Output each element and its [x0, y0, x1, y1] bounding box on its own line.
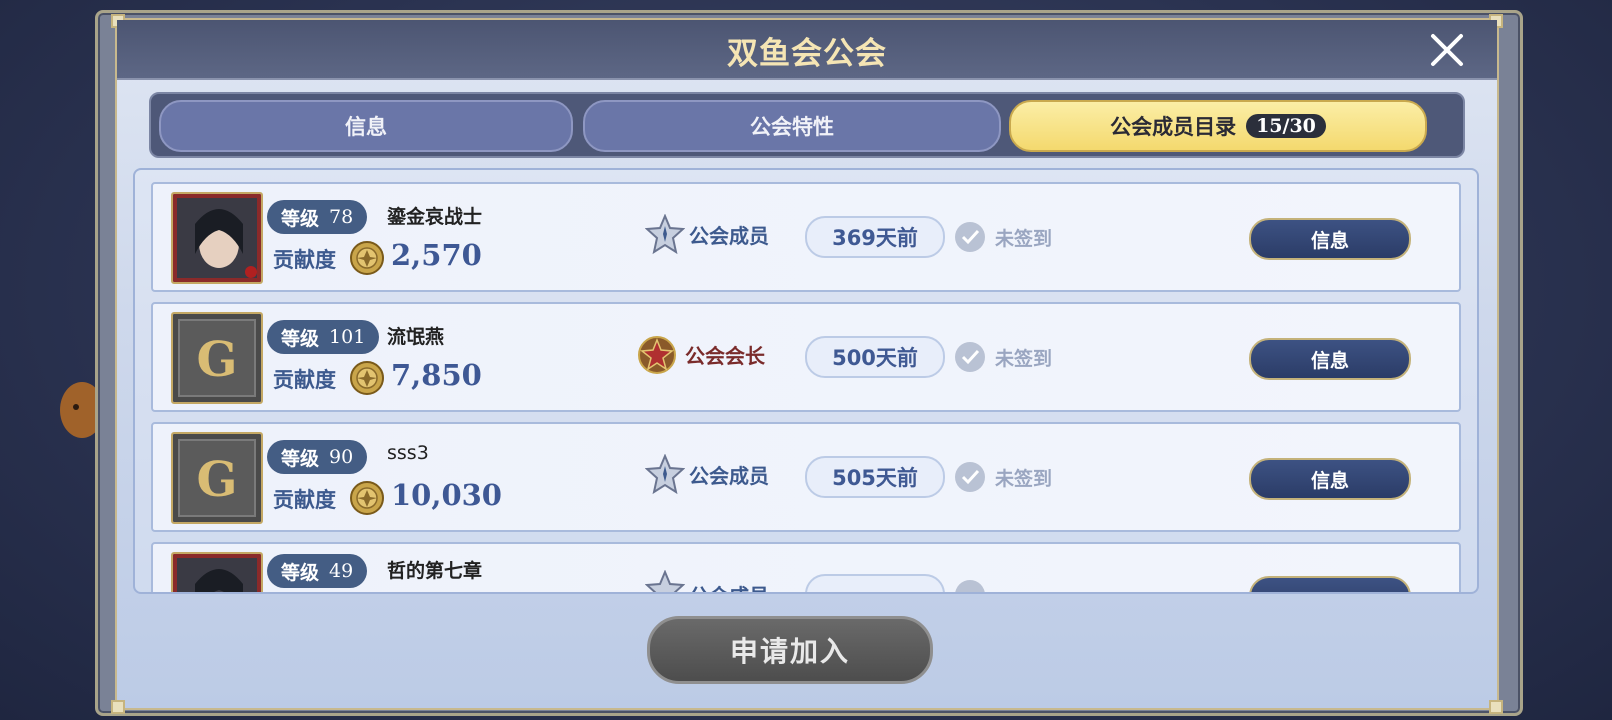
level-label: 等级: [281, 447, 320, 470]
level-value: 90: [329, 446, 354, 468]
tab-info[interactable]: 信息: [159, 100, 573, 152]
member-star-icon: [645, 454, 685, 495]
member-name: sss3: [387, 442, 429, 464]
default-g-emblem-avatar[interactable]: G: [171, 312, 263, 404]
tab-guild-traits[interactable]: 公会特性: [583, 100, 1001, 152]
checkin-status: 未签到: [995, 468, 1053, 490]
last-online-time: 369天前: [832, 226, 918, 250]
member-role: 公会成员: [689, 464, 769, 488]
level-badge: 等级 78: [267, 200, 368, 234]
member-count-badge: 15/30: [1246, 114, 1326, 138]
checkin-check-icon: [955, 462, 985, 492]
level-value: 101: [329, 326, 366, 348]
member-star-icon: [645, 570, 685, 592]
corner-ornament: [1489, 700, 1503, 714]
guild-dialog: 双鱼会公会 信息 公会特性 公会成员目录 15/30 等级 78 鎏金哀战士 贡…: [111, 14, 1503, 714]
contribution-value: 7,850: [391, 358, 482, 392]
tab-label: 公会成员目录: [1110, 115, 1237, 139]
tab-label: 公会特性: [750, 115, 834, 139]
contribution-label: 贡献度: [273, 248, 336, 272]
contribution-coin-icon: [350, 361, 384, 395]
checkin-check-icon: [955, 580, 985, 592]
level-label: 等级: [281, 207, 320, 230]
member-row: G 等级 90 sss3 贡献度 10,030 公会成员 505天前 未签到 信…: [151, 422, 1461, 532]
member-role: 公会成员: [689, 580, 769, 592]
level-label: 等级: [281, 327, 320, 350]
member-info-button[interactable]: 信息: [1249, 458, 1411, 500]
svg-text:G: G: [197, 332, 238, 388]
corner-ornament: [111, 700, 125, 714]
member-name: 哲的第七章: [387, 560, 483, 582]
guild-title: 双鱼会公会: [727, 36, 887, 72]
close-icon[interactable]: [1427, 30, 1467, 70]
level-value: 78: [329, 206, 354, 228]
member-row: G 等级 101 流氓燕 贡献度 7,850 公会会长 500天前 未签到 信息: [151, 302, 1461, 412]
contribution-label: 贡献度: [273, 368, 336, 392]
contribution-value: 2,570: [391, 238, 482, 272]
member-role: 公会成员: [689, 224, 769, 248]
level-label: 等级: [281, 561, 320, 584]
level-badge: 等级 101: [267, 320, 380, 354]
member-row: 等级 78 鎏金哀战士 贡献度 2,570 公会成员 369天前 未签到 信息: [151, 182, 1461, 292]
level-badge: 等级 49: [267, 554, 368, 588]
checkin-check-icon: [955, 342, 985, 372]
member-row: 等级 49 哲的第七章 公会成员: [151, 542, 1461, 594]
leader-star-icon: [638, 336, 676, 374]
level-badge: 等级 90: [267, 440, 368, 474]
svg-text:G: G: [197, 452, 238, 508]
level-value: 49: [329, 560, 354, 582]
checkin-check-icon: [955, 222, 985, 252]
contribution-coin-icon: [350, 241, 384, 275]
last-online-time: 500天前: [832, 346, 918, 370]
checkin-status: 未签到: [995, 348, 1053, 370]
character-portrait-avatar[interactable]: [171, 192, 263, 284]
last-online-pill: 500天前: [805, 336, 945, 378]
member-star-icon: [645, 214, 685, 255]
tab-bar: 信息 公会特性 公会成员目录 15/30: [149, 92, 1465, 158]
contribution-value: 10,030: [391, 478, 502, 512]
member-info-button[interactable]: 信息: [1249, 218, 1411, 260]
member-info-button[interactable]: [1249, 576, 1411, 592]
last-online-pill: [805, 574, 945, 592]
apply-join-button[interactable]: 申请加入: [647, 616, 933, 684]
contribution-label: 贡献度: [273, 488, 336, 512]
checkin-status: 未签到: [995, 228, 1053, 250]
member-name: 流氓燕: [387, 326, 445, 348]
last-online-pill: 369天前: [805, 216, 945, 258]
tab-label: 信息: [345, 115, 387, 139]
last-online-pill: 505天前: [805, 456, 945, 498]
member-list[interactable]: 等级 78 鎏金哀战士 贡献度 2,570 公会成员 369天前 未签到 信息 …: [133, 168, 1479, 594]
leader-role: 公会会长: [685, 344, 765, 368]
character-portrait-avatar[interactable]: [171, 552, 263, 594]
dialog-header: 双鱼会公会: [117, 20, 1497, 80]
default-g-emblem-avatar[interactable]: G: [171, 432, 263, 524]
last-online-time: 505天前: [832, 466, 918, 490]
member-info-button[interactable]: 信息: [1249, 338, 1411, 380]
member-name: 鎏金哀战士: [387, 206, 483, 228]
contribution-coin-icon: [350, 481, 384, 515]
tab-member-list[interactable]: 公会成员目录 15/30: [1009, 100, 1427, 152]
